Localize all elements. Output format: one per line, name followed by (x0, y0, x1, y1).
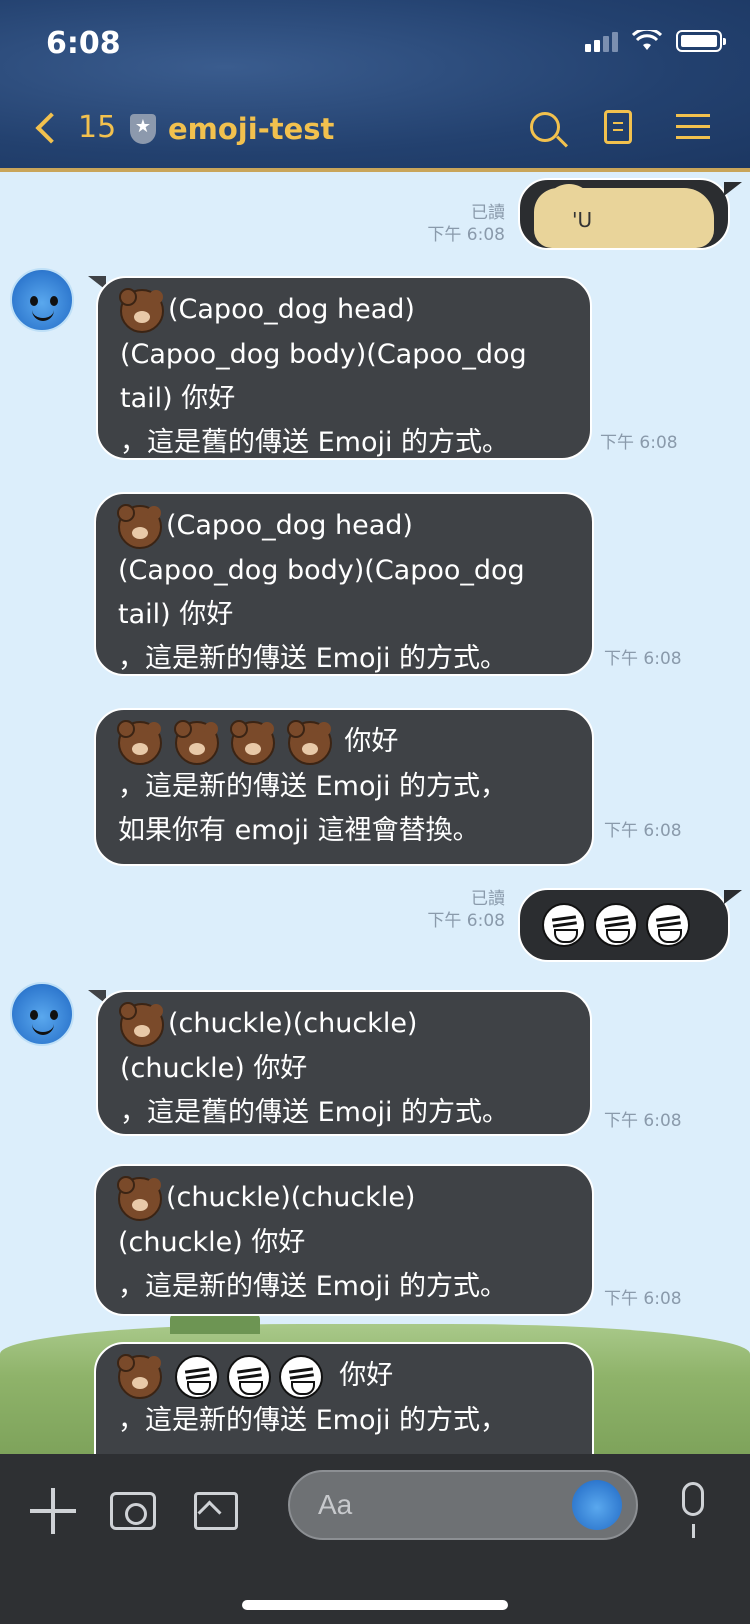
message-bubble[interactable]: (Capoo_dog head) (Capoo_dog body)(Capoo_… (94, 492, 594, 676)
signal-icon (585, 30, 618, 52)
message-line: tail) 你好 (120, 382, 236, 414)
battery-icon (676, 30, 726, 52)
message-time: 下午 6:08 (600, 433, 678, 453)
avatar[interactable] (10, 268, 74, 332)
message-line: ，這是舊的傳送 Emoji 的方式。 (120, 426, 510, 458)
message-bubble[interactable]: (chuckle)(chuckle) (chuckle) 你好 ，這是舊的傳送 … (96, 990, 592, 1136)
brown-bear-emoji (117, 503, 162, 549)
chuckle-emoji (226, 1354, 271, 1399)
message-input-container[interactable] (288, 1470, 638, 1540)
bubble-tail (724, 182, 742, 196)
message-line: (chuckle)(chuckle) (117, 1175, 570, 1221)
brown-bear-emoji (173, 719, 219, 765)
wifi-icon (632, 30, 662, 50)
message-line: (Capoo_dog body)(Capoo_dog (118, 554, 525, 586)
message-line: (Capoo_dog head) (119, 287, 568, 333)
message-bubble[interactable]: (Capoo_dog head) (Capoo_dog body)(Capoo_… (96, 276, 592, 460)
microphone-icon[interactable] (678, 1482, 708, 1538)
bubble-tail (724, 890, 742, 904)
message-line: (Capoo_dog body)(Capoo_dog (120, 338, 527, 370)
chuckle-emoji (174, 1354, 219, 1399)
message-line: ，這是新的傳送 Emoji 的方式。 (118, 1270, 508, 1302)
message-bubble[interactable]: 你好 ，這是新的傳送 Emoji 的方式， 如果你有 emoji 這裡會替換。 (94, 708, 594, 866)
message-time: 下午 6:08 (427, 911, 505, 931)
message-time: 下午 6:08 (604, 649, 682, 669)
read-receipt: 已讀 (471, 203, 505, 223)
camera-icon[interactable] (110, 1492, 156, 1530)
chuckle-emoji (542, 902, 586, 947)
brown-bear-emoji (230, 719, 276, 765)
back-button[interactable]: 15 (35, 110, 117, 145)
message-time: 下午 6:08 (604, 821, 682, 841)
message-bubble[interactable]: (chuckle)(chuckle) (chuckle) 你好 ，這是新的傳送 … (94, 1164, 594, 1316)
message-line: (chuckle) 你好 (118, 1226, 306, 1258)
message-meta: 已讀 下午 6:08 (380, 202, 505, 246)
brown-bear-emoji (117, 1175, 162, 1221)
message-bubble[interactable]: 你好 ，這是新的傳送 Emoji 的方式， (94, 1342, 594, 1454)
menu-icon[interactable] (676, 114, 710, 140)
message-line: (chuckle) 你好 (120, 1052, 308, 1084)
brown-bear-emoji (119, 1001, 164, 1047)
message-input[interactable] (316, 1484, 560, 1526)
plus-icon[interactable] (30, 1488, 76, 1534)
chuckle-emoji (278, 1354, 323, 1399)
unread-count: 15 (78, 110, 117, 145)
read-receipt: 已讀 (471, 889, 505, 909)
chat-title[interactable]: emoji-test (130, 112, 334, 146)
message-time: 下午 6:08 (604, 1289, 682, 1309)
home-indicator (242, 1600, 508, 1610)
message-line: ，這是新的傳送 Emoji 的方式， (118, 770, 508, 802)
shield-icon (130, 114, 156, 144)
message-line: 你好 (117, 719, 570, 765)
sticker-bubble[interactable] (518, 178, 730, 250)
header-actions (530, 110, 710, 144)
message-line: tail) 你好 (118, 598, 234, 630)
chuckle-emoji (594, 902, 638, 947)
capoo-dog-sticker (534, 184, 714, 248)
message-meta: 已讀 下午 6:08 (380, 888, 505, 932)
message-line: ，這是新的傳送 Emoji 的方式， (118, 1404, 508, 1436)
notes-icon[interactable] (604, 110, 632, 144)
message-line: 如果你有 emoji 這裡會替換。 (118, 814, 480, 846)
brown-bear-emoji (286, 719, 332, 765)
message-line: (chuckle)(chuckle) (119, 1001, 568, 1047)
chat-header: 6:08 15 emoji-test (0, 0, 750, 172)
message-line: (Capoo_dog head) (117, 503, 570, 549)
emoji-picker-icon[interactable] (572, 1480, 622, 1530)
chat-title-text: emoji-test (168, 112, 335, 146)
avatar[interactable] (10, 982, 74, 1046)
message-time: 下午 6:08 (427, 225, 505, 245)
brown-bear-emoji (119, 287, 164, 333)
emoji-bubble[interactable] (518, 888, 730, 962)
message-line: ，這是舊的傳送 Emoji 的方式。 (120, 1096, 510, 1128)
brown-bear-emoji (117, 719, 162, 765)
chevron-left-icon (35, 111, 67, 144)
brown-bear-emoji (117, 1353, 162, 1399)
status-time: 6:08 (46, 26, 121, 61)
chat-area[interactable]: 已讀 下午 6:08 (Capoo_dog head) (Capoo_dog b… (0, 172, 750, 1454)
message-time: 下午 6:08 (604, 1111, 682, 1131)
input-bar (0, 1454, 750, 1624)
nav-bar: 15 emoji-test (0, 104, 750, 160)
search-icon[interactable] (530, 112, 560, 142)
message-line: ，這是新的傳送 Emoji 的方式。 (118, 642, 508, 674)
image-icon[interactable] (194, 1492, 238, 1530)
status-icons (585, 30, 726, 52)
chuckle-emoji (646, 902, 690, 947)
message-line: 你好 (117, 1353, 570, 1399)
